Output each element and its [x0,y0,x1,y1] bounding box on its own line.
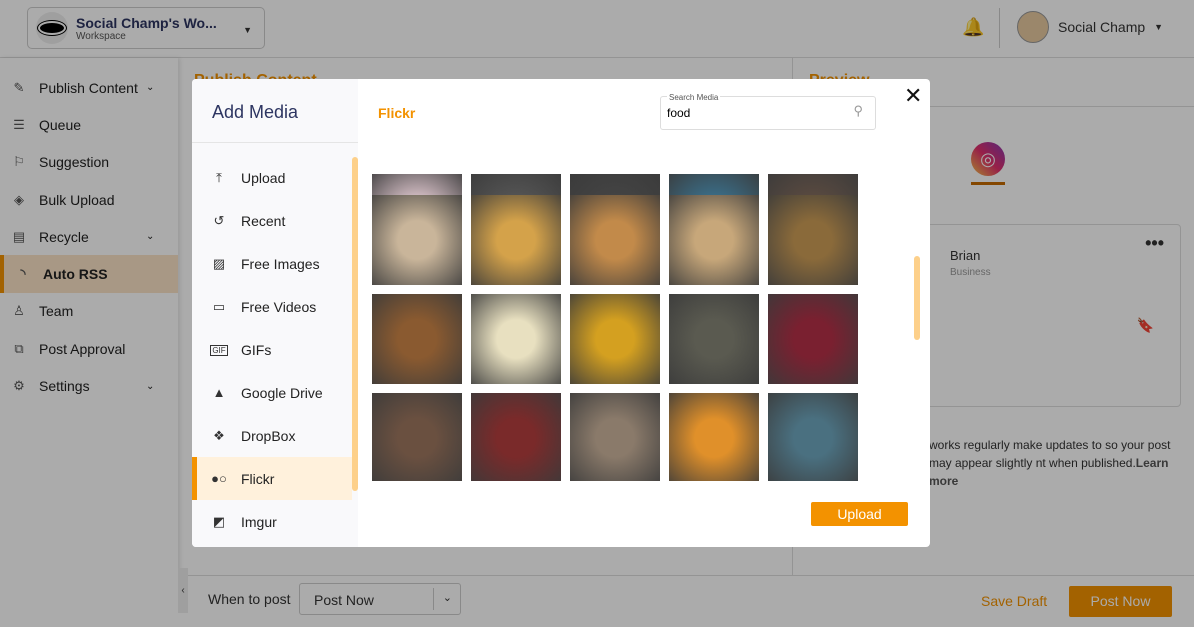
search-icon[interactable]: ⚲ [853,103,863,119]
google-drive-icon: ▲ [212,385,226,401]
nav-google-drive[interactable]: ▲ Google Drive [192,371,352,414]
upload-button[interactable]: Upload [811,502,908,526]
nav-label: Free Images [241,256,320,273]
media-thumbnail[interactable] [471,195,561,285]
video-icon: ▭ [212,299,226,315]
media-thumbnail[interactable] [570,393,660,481]
media-thumbnail[interactable] [372,393,462,481]
nav-dropbox[interactable]: ❖ DropBox [192,414,352,457]
media-thumbnail[interactable] [570,195,660,285]
nav-label: Free Videos [241,299,317,316]
media-thumbnail[interactable] [372,294,462,384]
media-thumbnail[interactable] [669,294,759,384]
nav-scrollbar[interactable] [352,157,358,491]
image-icon: ▨ [212,256,226,272]
nav-label: DropBox [241,427,296,444]
media-grid [372,138,872,481]
nav-imgur[interactable]: ◩ Imgur [192,500,352,543]
nav-free-videos[interactable]: ▭ Free Videos [192,286,352,329]
media-thumbnail[interactable] [570,294,660,384]
media-thumbnail[interactable] [768,195,858,285]
media-thumbnail[interactable] [669,393,759,481]
imgur-icon: ◩ [212,513,226,529]
dropbox-icon: ❖ [213,427,225,443]
nav-gifs[interactable]: GIF GIFs [192,329,352,372]
nav-flickr[interactable]: ●○ Flickr [192,457,352,501]
nav-label: Imgur [241,513,277,530]
nav-upload[interactable]: ⤒ Upload [192,157,352,200]
modal-title: Add Media [212,102,299,122]
close-icon[interactable]: ✕ [904,83,922,109]
media-thumbnail[interactable] [372,195,462,285]
source-title: Flickr [378,105,416,121]
history-icon: ↺ [213,213,225,229]
media-thumbnail[interactable] [471,393,561,481]
search-media-field[interactable]: Search Media ⚲ [660,93,876,130]
media-source-nav: Add Media ⤒ Upload ↺ Recent ▨ Free Images ▭… [192,79,358,547]
gif-icon: GIF [210,344,228,356]
upload-icon: ⤒ [216,170,222,186]
nav-label: Flickr [241,470,275,487]
search-input[interactable] [667,106,837,120]
add-media-modal: Add Media ⤒ Upload ↺ Recent ▨ Free Images ▭… [192,79,930,547]
nav-label: Upload [241,170,286,187]
nav-label: Google Drive [241,384,323,401]
nav-label: GIFs [241,342,272,358]
media-thumbnail[interactable] [669,195,759,285]
nav-free-images[interactable]: ▨ Free Images [192,243,352,286]
media-thumbnail[interactable] [768,294,858,384]
grid-scrollbar[interactable] [914,256,920,340]
nav-label: Recent [241,213,286,230]
search-label: Search Media [667,93,721,102]
media-thumbnail[interactable] [471,294,561,384]
nav-recent[interactable]: ↺ Recent [192,200,352,243]
flickr-icon: ●○ [211,471,227,487]
media-thumbnail[interactable] [768,393,858,481]
